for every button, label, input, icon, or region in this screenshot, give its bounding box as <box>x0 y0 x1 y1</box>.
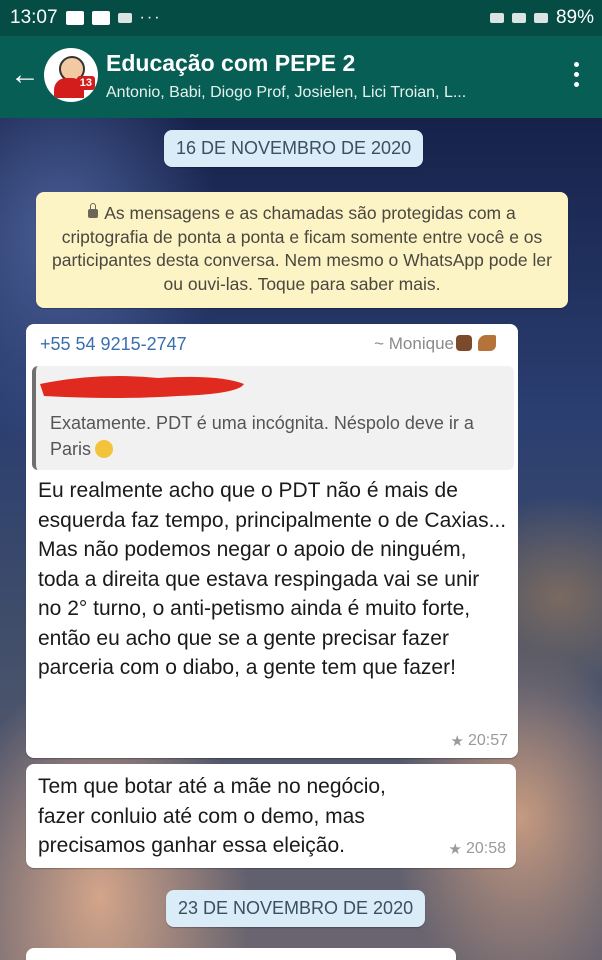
date-divider: 23 DE NOVEMBRO DE 2020 <box>166 890 426 927</box>
star-icon: ★ <box>450 733 464 750</box>
dnd-icon <box>533 13 548 23</box>
sender-name: ~ Monique <box>374 334 496 354</box>
star-icon: ★ <box>448 841 462 858</box>
alarm-icon <box>489 13 504 23</box>
quoted-text: Exatamente. PDT é uma incógnita. Néspolo… <box>50 413 474 459</box>
message-meta: ★ 20:58 <box>449 840 507 858</box>
status-bar: 13:07 ··· 89% <box>0 0 602 36</box>
message-text: Tem que botar até a mãe no negócio, faze… <box>38 775 386 857</box>
message-time: 20:58 <box>465 840 506 857</box>
more-notifications-icon: ··· <box>139 9 162 26</box>
group-title[interactable]: Educação com PEPE 2 <box>106 50 355 77</box>
lock-icon <box>88 203 99 218</box>
flexed-biceps-emoji-icon <box>478 335 496 351</box>
message-bubble[interactable]: Tem que botar até a mãe no negócio, faze… <box>26 764 516 868</box>
encryption-text: As mensagens e as chamadas são protegida… <box>52 203 552 294</box>
quoted-message[interactable]: Exatamente. PDT é uma incógnita. Néspolo… <box>32 366 514 470</box>
chat-header: ← 13 Educação com PEPE 2 Antonio, Babi, … <box>0 36 602 118</box>
app-notification-icon <box>91 11 110 25</box>
flushed-face-emoji-icon <box>95 440 114 458</box>
sender-number[interactable]: +55 54 9215-2747 <box>40 334 187 355</box>
message-meta: ★ 20:57 <box>451 732 509 750</box>
more-options-icon[interactable] <box>574 62 580 90</box>
message-bubble-partial[interactable] <box>26 948 456 960</box>
group-participants[interactable]: Antonio, Babi, Diogo Prof, Josielen, Lic… <box>106 84 546 102</box>
signal-icon <box>511 13 526 23</box>
back-arrow-icon[interactable]: ← <box>10 60 40 90</box>
date-divider: 16 DE NOVEMBRO DE 2020 <box>164 130 424 167</box>
message-time: 20:57 <box>467 732 508 749</box>
status-time: 13:07 <box>10 7 58 28</box>
avatar-badge: 13 <box>76 76 95 90</box>
message-text: Eu realmente acho que o PDT não é mais d… <box>38 479 507 679</box>
encryption-notice[interactable]: As mensagens e as chamadas são protegida… <box>36 192 568 308</box>
message-bubble[interactable]: +55 54 9215-2747 ~ Monique Exatamente. P… <box>26 324 518 758</box>
app-notification-icon-2 <box>117 13 132 23</box>
battery-level: 89% <box>555 7 594 28</box>
chat-area[interactable]: 16 DE NOVEMBRO DE 2020 As mensagens e as… <box>0 118 602 960</box>
fist-emoji-icon <box>456 335 472 351</box>
chat-notification-icon <box>65 11 84 25</box>
group-avatar[interactable]: 13 <box>44 48 98 102</box>
redaction-mark <box>40 376 244 398</box>
